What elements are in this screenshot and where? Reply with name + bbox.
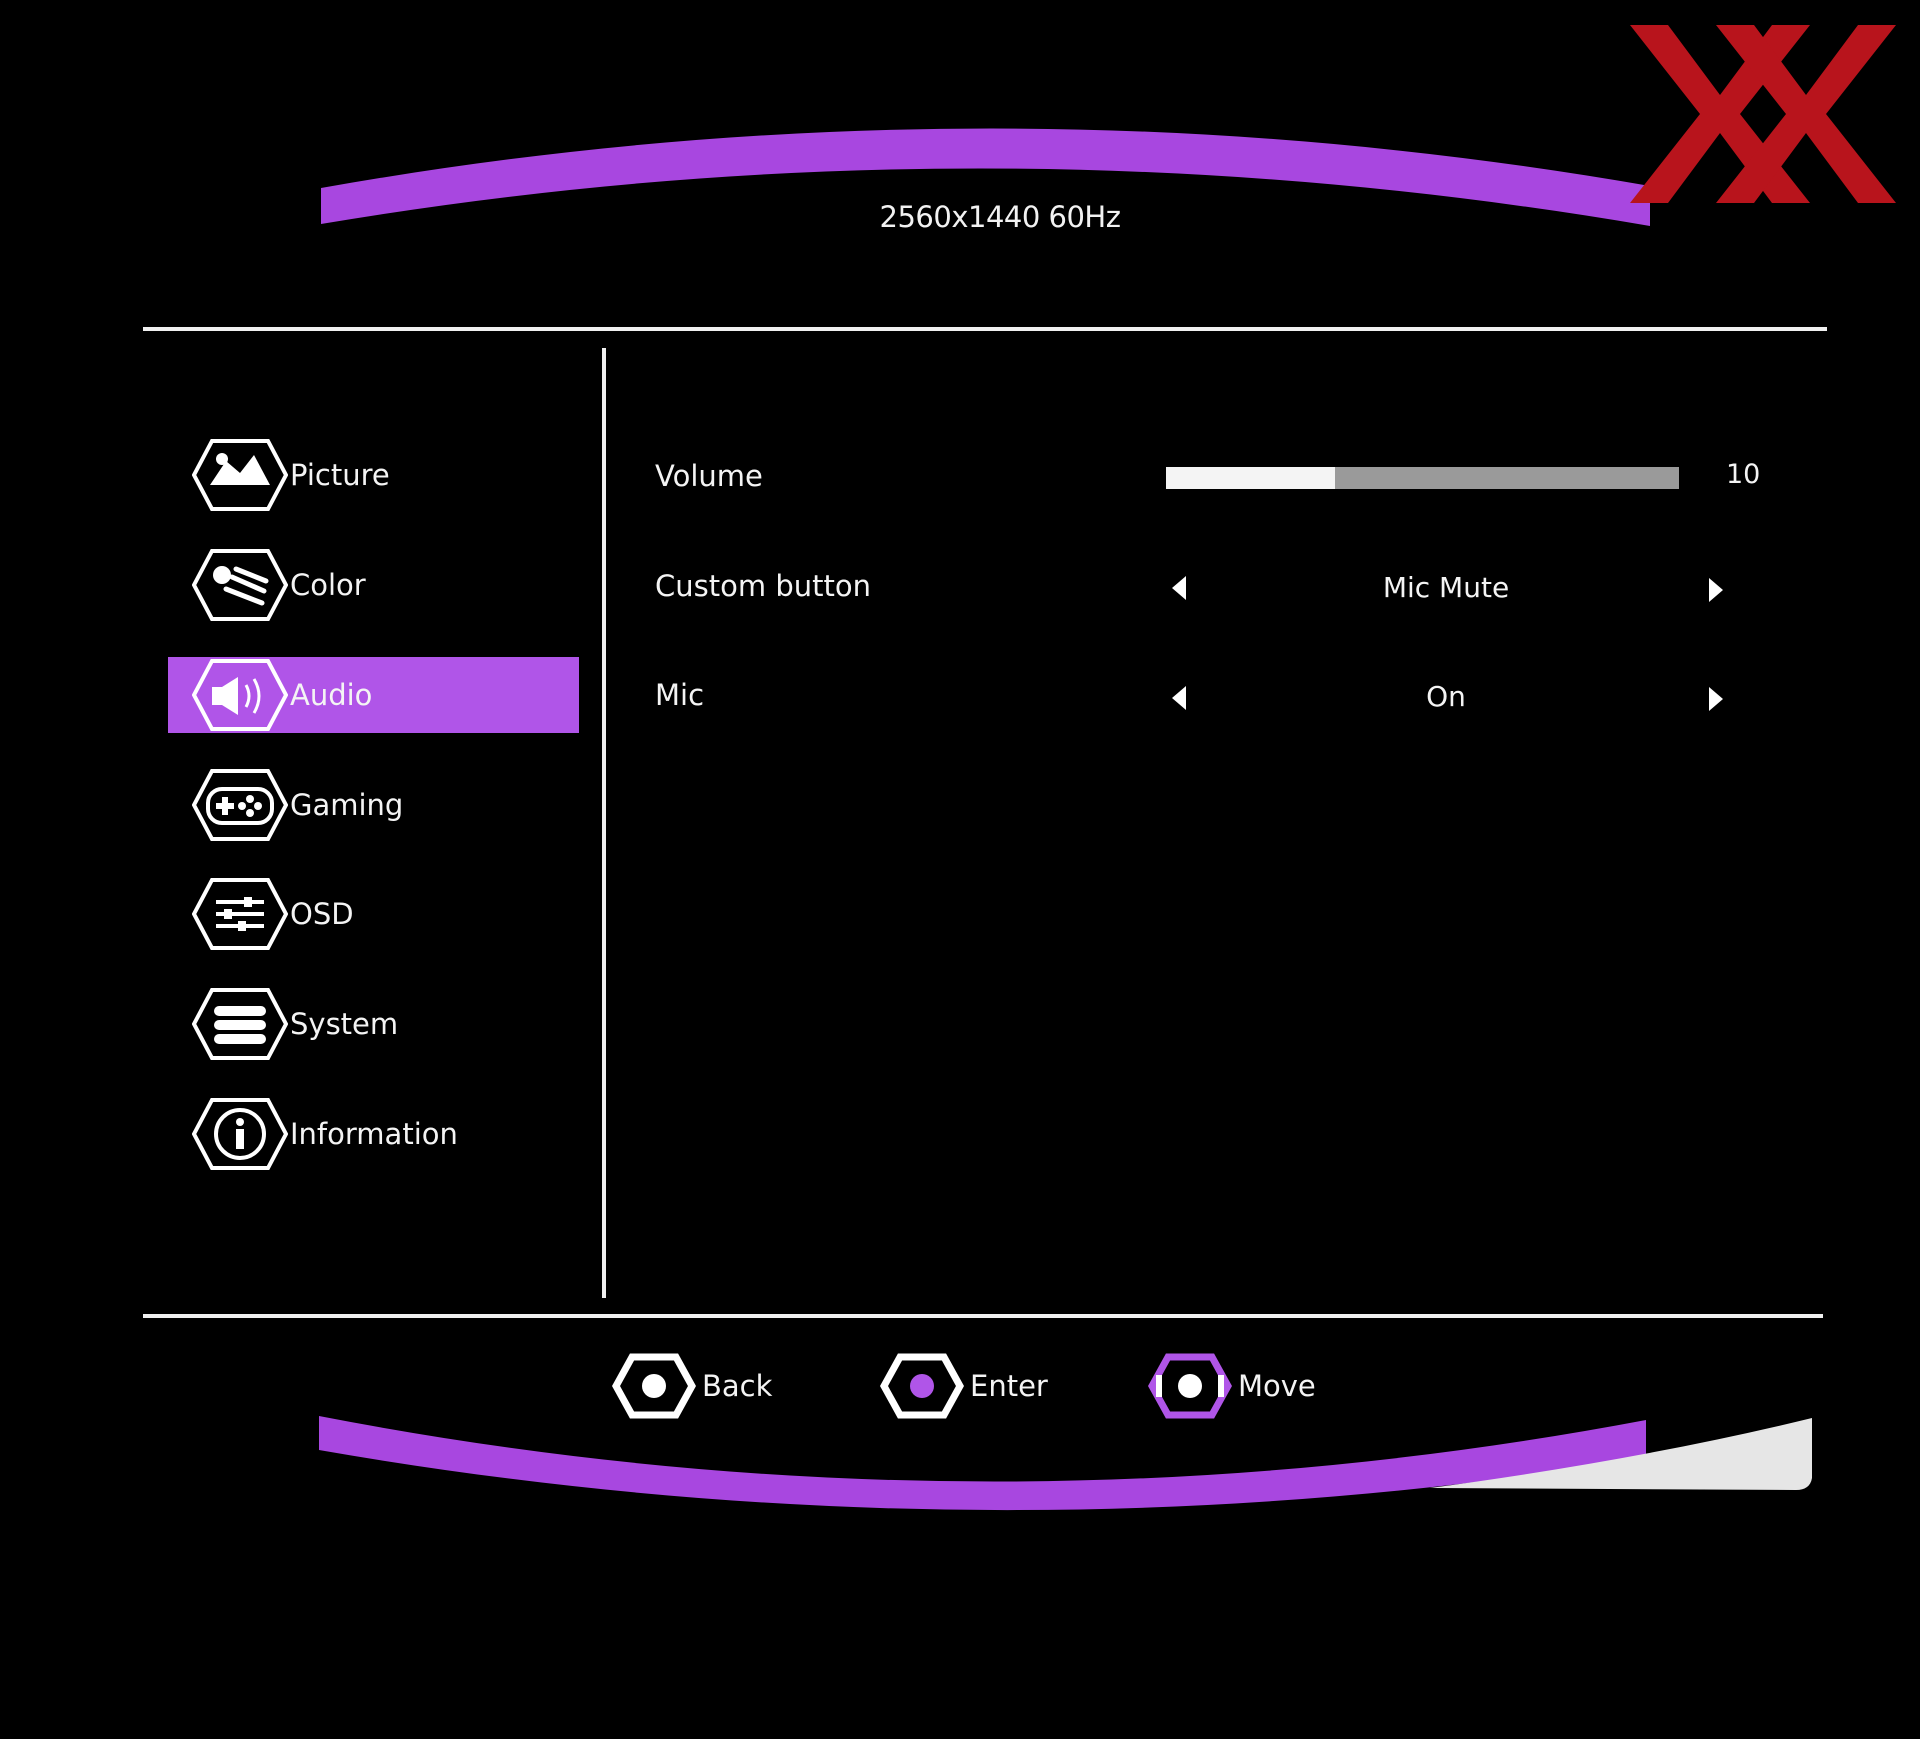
- bottom-arc: [319, 1416, 1646, 1511]
- custom-button-value: Mic Mute: [1382, 571, 1510, 604]
- sidebar-item-osd[interactable]: OSD: [168, 876, 579, 952]
- sidebar-item-label: System: [290, 1007, 399, 1041]
- audio-icon: [190, 657, 290, 733]
- back-label: Back: [702, 1369, 773, 1403]
- volume-slider[interactable]: [1166, 467, 1679, 489]
- volume-label: Volume: [655, 459, 763, 493]
- volume-slider-fill: [1166, 467, 1336, 489]
- volume-value: 10: [1726, 459, 1761, 490]
- sidebar-item-label: Color: [290, 568, 366, 602]
- enter-icon: [880, 1353, 964, 1419]
- mic-value: On: [1426, 680, 1466, 713]
- move-label: Move: [1238, 1369, 1316, 1403]
- osd-icon: [190, 876, 290, 952]
- move-hint[interactable]: Move: [1148, 1351, 1316, 1421]
- sidebar-item-information[interactable]: Information: [168, 1096, 579, 1172]
- sidebar-item-audio[interactable]: Audio: [168, 657, 579, 733]
- mic-next-icon[interactable]: [1709, 687, 1723, 711]
- mic-label: Mic: [655, 678, 705, 712]
- back-hint[interactable]: Back: [612, 1351, 772, 1421]
- back-icon: [612, 1353, 696, 1419]
- system-icon: [190, 986, 290, 1062]
- top-divider: [143, 327, 1827, 331]
- sidebar-item-label: Information: [290, 1117, 458, 1151]
- sidebar-item-system[interactable]: System: [168, 986, 579, 1062]
- sidebar-item-color[interactable]: Color: [168, 547, 579, 623]
- sidebar-item-gaming[interactable]: Gaming: [168, 767, 579, 843]
- custom-button-label: Custom button: [655, 569, 871, 603]
- bottom-divider: [143, 1314, 1823, 1318]
- color-icon: [190, 547, 290, 623]
- mic-prev-icon[interactable]: [1172, 686, 1186, 710]
- custom-button-next-icon[interactable]: [1709, 578, 1723, 602]
- sidebar-item-label: Audio: [290, 678, 373, 712]
- sidebar-divider: [602, 348, 606, 1298]
- enter-hint[interactable]: Enter: [880, 1351, 1048, 1421]
- resolution-readout: 2560x1440 60Hz: [879, 200, 1121, 234]
- decorative-arcs: [319, 128, 1812, 1511]
- sidebar-item-label: OSD: [290, 897, 354, 931]
- sidebar-item-label: Gaming: [290, 788, 404, 822]
- picture-icon: [190, 437, 290, 513]
- sidebar-item-picture[interactable]: Picture: [168, 437, 579, 513]
- information-icon: [190, 1096, 290, 1172]
- enter-label: Enter: [970, 1369, 1048, 1403]
- sidebar-item-label: Picture: [290, 458, 390, 492]
- gaming-icon: [190, 767, 290, 843]
- move-icon: [1148, 1353, 1232, 1419]
- hardwareluxx-logo-icon: [1630, 25, 1896, 203]
- custom-button-prev-icon[interactable]: [1172, 576, 1186, 600]
